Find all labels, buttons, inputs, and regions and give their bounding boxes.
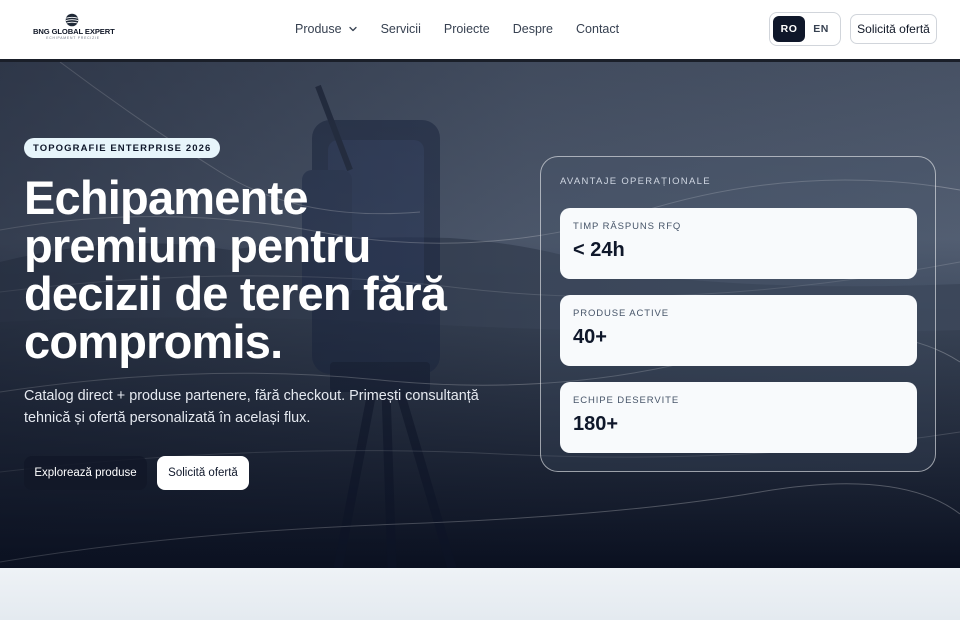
chevron-down-icon xyxy=(348,26,357,32)
next-section-preview xyxy=(0,568,960,620)
stat-label: TIMP RĂSPUNS RFQ xyxy=(573,221,682,232)
request-quote-hero-button[interactable]: Solicită ofertă xyxy=(157,456,249,490)
stat-value: < 24h xyxy=(573,239,625,261)
hero-subtitle: Catalog direct + produse partenere, fără… xyxy=(24,388,479,426)
nav-item-proiecte[interactable]: Proiecte xyxy=(444,22,490,36)
explore-products-button[interactable]: Explorează produse xyxy=(24,456,147,490)
hero-title: Echipamente premium pentru decizii de te… xyxy=(24,171,447,368)
stat-value: 40+ xyxy=(573,326,607,348)
brand-logo[interactable]: BNG GLOBAL EXPERT ECHIPAMENT PRECIZIE xyxy=(33,13,115,43)
hero-section: TOPOGRAFIE ENTERPRISE 2026 Echipamente p… xyxy=(0,62,960,568)
stat-card-products: PRODUSE ACTIVE 40+ xyxy=(560,295,917,366)
advantages-panel: AVANTAJE OPERAȚIONALE TIMP RĂSPUNS RFQ <… xyxy=(540,156,936,472)
panel-title: AVANTAJE OPERAȚIONALE xyxy=(560,176,711,187)
stat-label: ECHIPE DESERVITE xyxy=(573,395,680,406)
nav-item-label: Produse xyxy=(295,22,342,36)
hero-badge: TOPOGRAFIE ENTERPRISE 2026 xyxy=(24,138,221,158)
stat-value: 180+ xyxy=(573,413,619,435)
language-switcher: RO EN xyxy=(769,12,841,46)
globe-icon xyxy=(65,13,79,27)
request-quote-header-button[interactable]: Solicită ofertă xyxy=(850,14,937,44)
stat-card-teams: ECHIPE DESERVITE 180+ xyxy=(560,382,917,453)
stat-label: PRODUSE ACTIVE xyxy=(573,308,670,319)
nav-item-servicii[interactable]: Servicii xyxy=(381,22,421,36)
nav-item-contact[interactable]: Contact xyxy=(576,22,619,36)
nav-item-despre[interactable]: Despre xyxy=(513,22,553,36)
brand-name: BNG GLOBAL EXPERT xyxy=(33,27,115,36)
main-nav: Produse Servicii Proiecte Despre Contact xyxy=(295,0,642,58)
lang-en-button[interactable]: EN xyxy=(805,16,837,42)
lang-ro-button[interactable]: RO xyxy=(773,16,805,42)
nav-item-produse[interactable]: Produse xyxy=(295,22,358,36)
brand-tagline: ECHIPAMENT PRECIZIE xyxy=(46,36,100,40)
stat-card-rfq: TIMP RĂSPUNS RFQ < 24h xyxy=(560,208,917,279)
site-header: BNG GLOBAL EXPERT ECHIPAMENT PRECIZIE Pr… xyxy=(0,0,960,62)
